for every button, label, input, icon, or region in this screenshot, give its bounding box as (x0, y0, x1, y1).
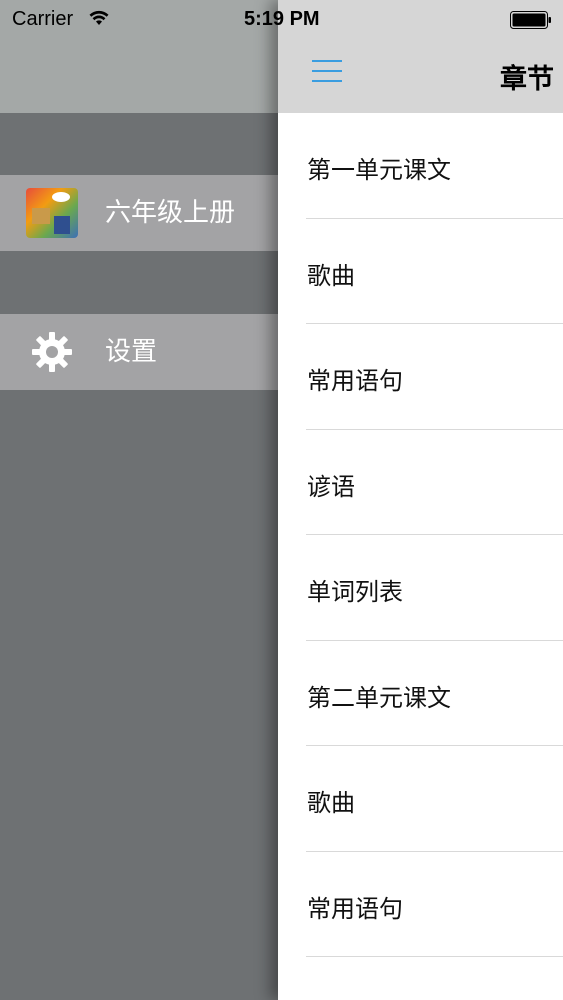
menu-item-grade6-volume1[interactable]: 六年级上册 (0, 175, 280, 251)
chapter-label: 谚语 (307, 472, 355, 501)
list-item[interactable]: 常用语句 (278, 324, 563, 430)
chapter-list: 第一单元课文 歌曲 常用语句 谚语 单词列表 第二单元课文 歌曲 常用语句 (278, 113, 563, 957)
list-item[interactable]: 谚语 (278, 430, 563, 536)
app-screen: Carrier 5:19 PM 六年级上册 设置 章节 第一单元课文 歌曲 常用… (0, 0, 563, 1000)
wifi-icon (89, 10, 109, 25)
battery-icon (510, 11, 551, 29)
list-item[interactable]: 单词列表 (278, 535, 563, 641)
menu-item-settings[interactable]: 设置 (0, 314, 280, 390)
chapter-label: 常用语句 (307, 894, 403, 923)
chapter-label: 歌曲 (307, 261, 355, 290)
gear-icon (32, 332, 72, 372)
hamburger-menu-icon[interactable] (312, 58, 344, 84)
chapter-label: 第一单元课文 (307, 156, 451, 184)
clock-time: 5:19 PM (244, 8, 320, 30)
chapter-panel: 章节 第一单元课文 歌曲 常用语句 谚语 单词列表 第二单元课文 歌曲 常用语句 (278, 0, 563, 1000)
chapter-label: 单词列表 (307, 578, 403, 606)
list-item[interactable]: 常用语句 (278, 852, 563, 958)
list-item[interactable]: 第二单元课文 (278, 641, 563, 747)
list-item[interactable]: 歌曲 (278, 219, 563, 325)
chapter-label: 歌曲 (307, 789, 355, 817)
list-item[interactable]: 第一单元课文 (278, 113, 563, 219)
status-bar: Carrier 5:19 PM (0, 0, 563, 38)
page-title: 章节 (500, 64, 554, 95)
menu-item-label: 设置 (105, 337, 158, 367)
book-cover-icon (26, 188, 78, 238)
chapter-label: 第二单元课文 (307, 683, 451, 712)
menu-item-label: 六年级上册 (105, 198, 236, 228)
carrier-label: Carrier (12, 8, 74, 30)
list-item[interactable]: 歌曲 (278, 746, 563, 852)
chapter-label: 常用语句 (307, 367, 403, 395)
